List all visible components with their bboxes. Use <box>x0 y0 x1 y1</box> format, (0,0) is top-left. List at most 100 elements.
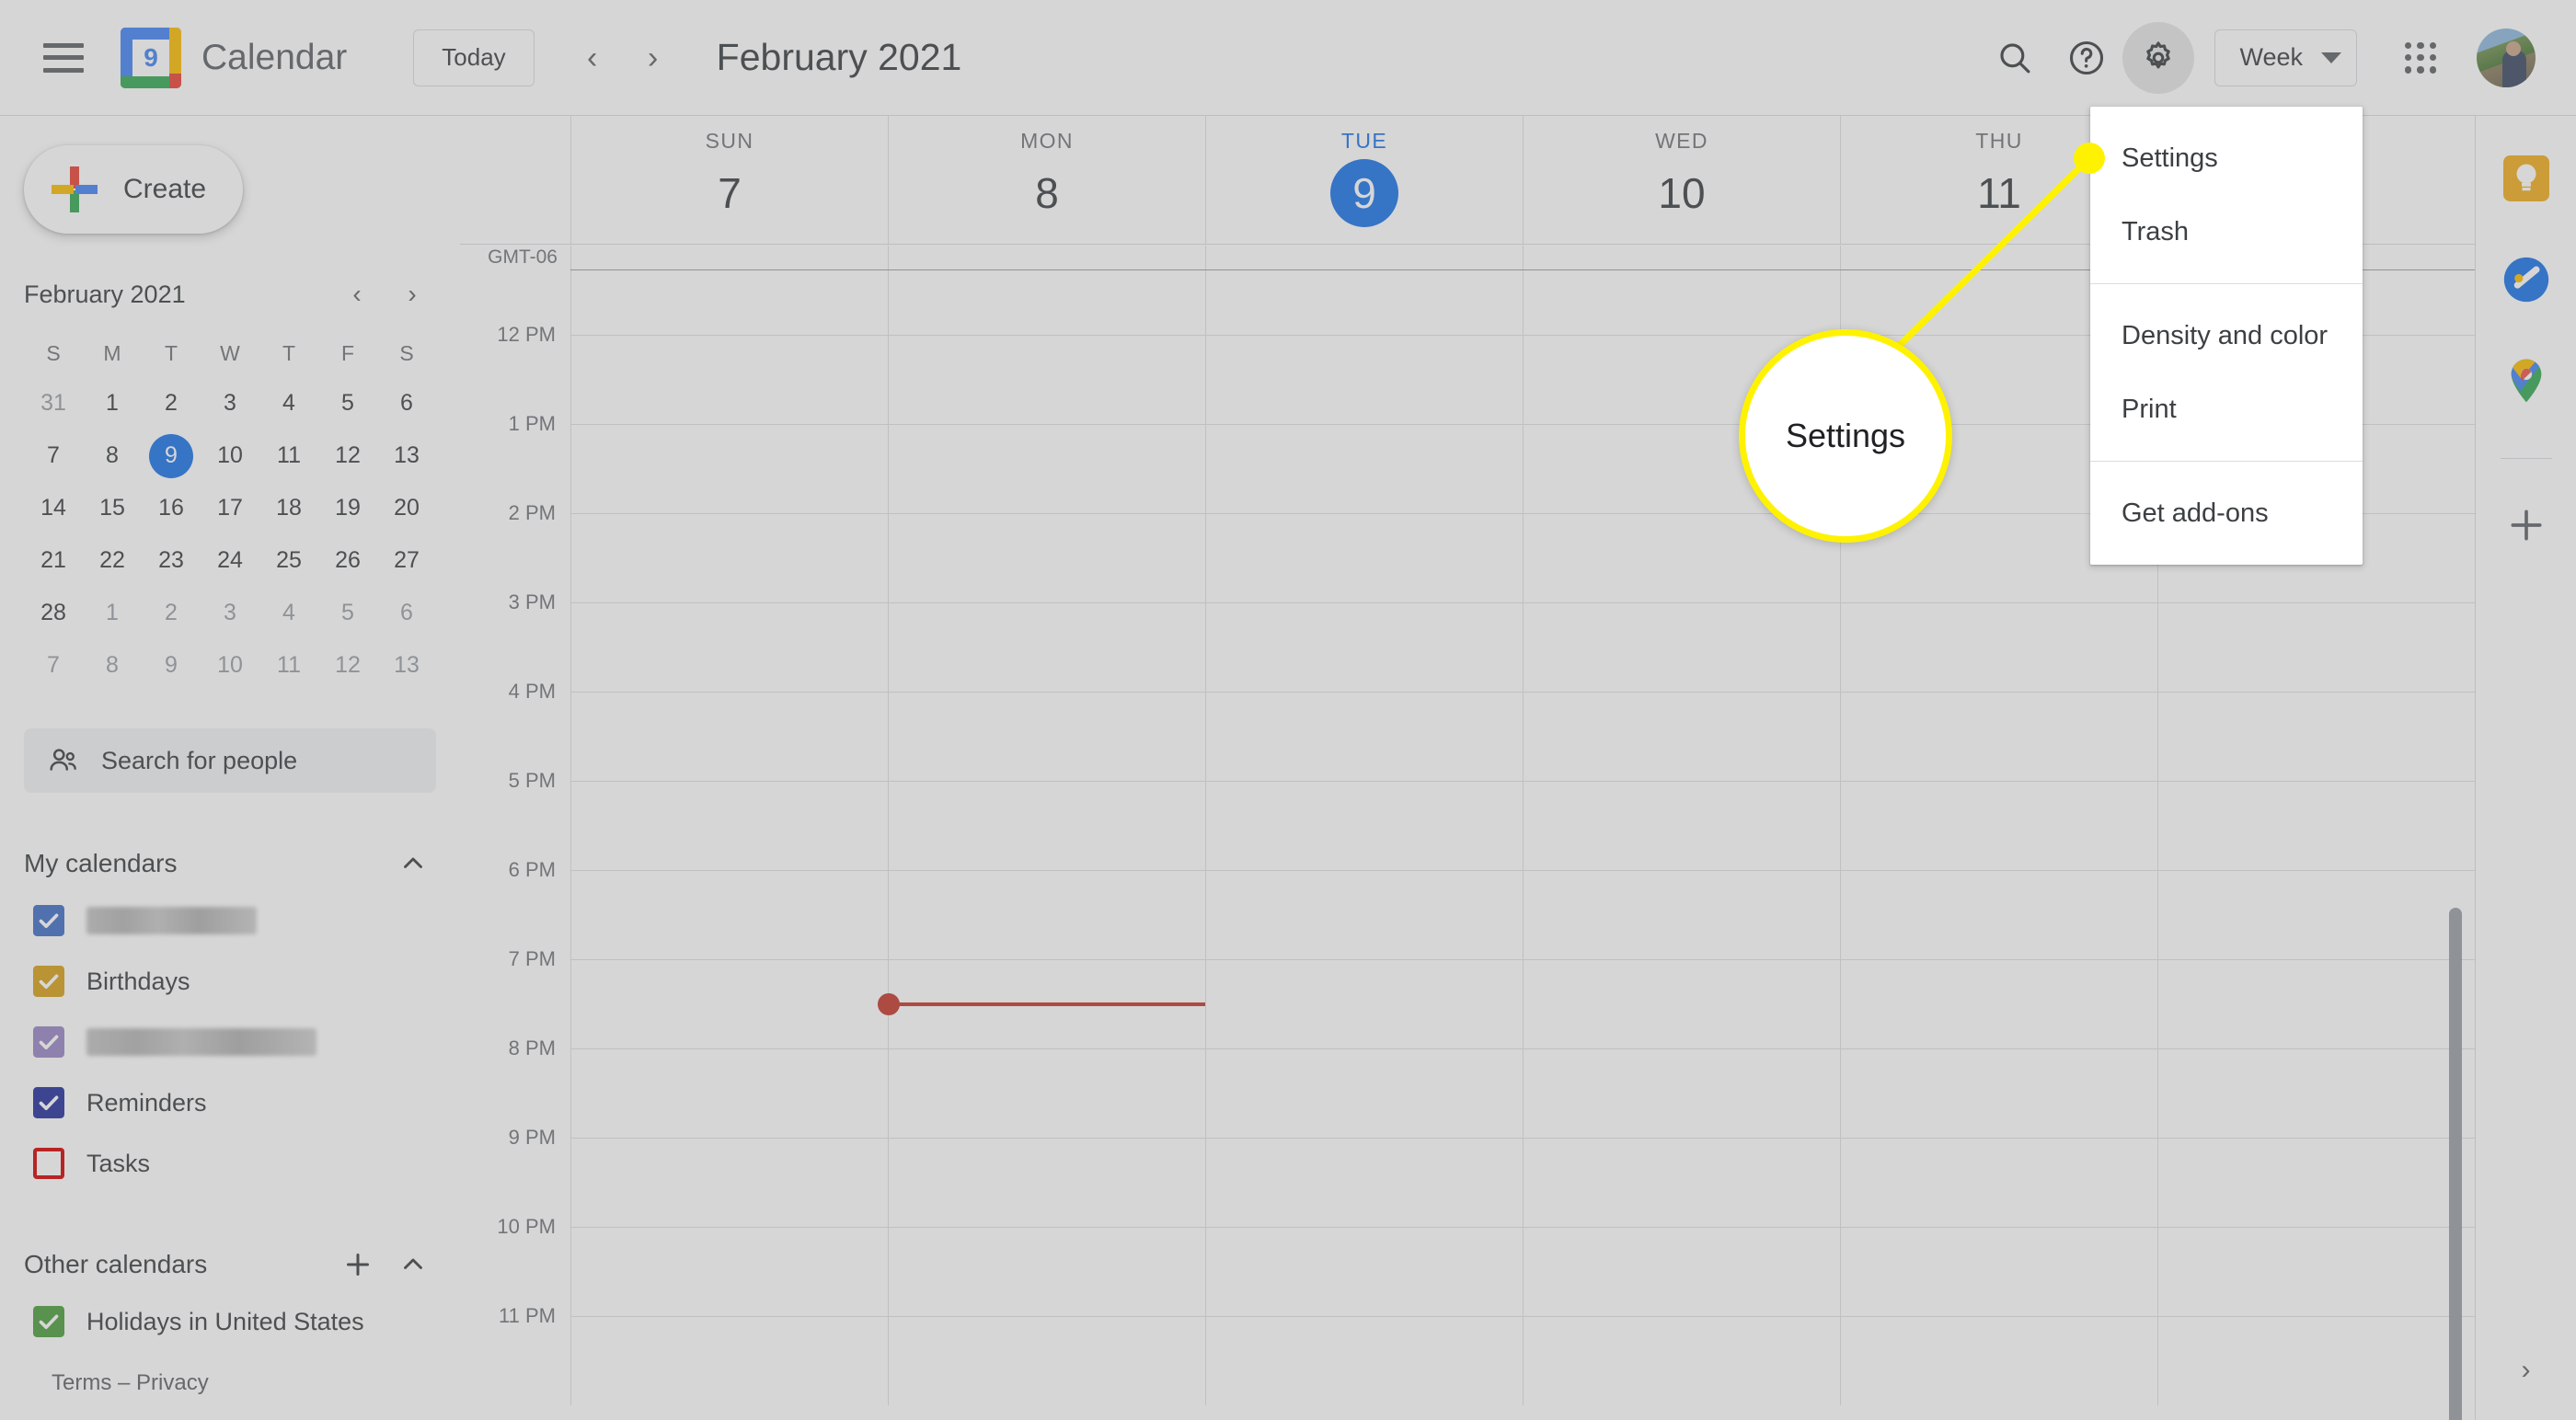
mini-calendar-day[interactable]: 27 <box>377 534 436 587</box>
day-column[interactable] <box>1205 246 1523 1405</box>
day-header[interactable]: TUE 9 <box>1205 116 1523 244</box>
mini-calendar-prev-button[interactable]: ‹ <box>333 270 381 318</box>
help-button[interactable] <box>2051 22 2122 94</box>
day-header[interactable]: MON 8 <box>888 116 1205 244</box>
terms-privacy-link[interactable]: Terms – Privacy <box>52 1370 209 1396</box>
settings-button[interactable] <box>2122 21 2195 94</box>
calendar-list-item[interactable]: Holidays in United States <box>24 1291 436 1352</box>
mini-calendar-day[interactable]: 22 <box>83 534 142 587</box>
mini-calendar-day[interactable]: 4 <box>259 587 318 639</box>
calendar-checkbox[interactable] <box>33 905 64 936</box>
calendar-checkbox[interactable] <box>33 966 64 997</box>
mini-calendar-day[interactable]: 20 <box>377 482 436 534</box>
mini-calendar-day[interactable]: 12 <box>318 429 377 482</box>
mini-calendar-day[interactable]: 13 <box>377 429 436 482</box>
next-period-button[interactable]: › <box>628 33 678 83</box>
mini-calendar-day[interactable]: 1 <box>83 587 142 639</box>
mini-calendar-day[interactable]: 7 <box>24 429 83 482</box>
mini-calendar-day[interactable]: 5 <box>318 377 377 429</box>
mini-calendar-day[interactable]: 3 <box>201 377 259 429</box>
menu-item-get-add-ons[interactable]: Get add-ons <box>2090 476 2363 550</box>
day-column[interactable] <box>888 246 1205 1405</box>
mini-calendar-day-label: 27 <box>394 547 420 573</box>
mini-calendar-day[interactable]: 9 <box>142 639 201 692</box>
mini-calendar-day[interactable]: 9 <box>142 429 201 482</box>
add-addon-button[interactable] <box>2491 490 2561 560</box>
mini-calendar-day[interactable]: 19 <box>318 482 377 534</box>
collapse-chevron-icon[interactable] <box>390 1242 436 1288</box>
calendar-list-item[interactable] <box>24 1012 436 1072</box>
mini-calendar-day[interactable]: 21 <box>24 534 83 587</box>
mini-calendar-day[interactable]: 14 <box>24 482 83 534</box>
keep-icon[interactable] <box>2491 143 2561 213</box>
calendar-checkbox[interactable] <box>33 1026 64 1058</box>
view-selector[interactable]: Week <box>2214 29 2357 86</box>
calendar-logo[interactable]: 9 Calendar <box>121 27 347 88</box>
search-button[interactable] <box>1979 22 2051 94</box>
calendar-list-item[interactable]: Reminders <box>24 1072 436 1133</box>
mini-calendar-day[interactable]: 10 <box>201 429 259 482</box>
mini-calendar-day[interactable]: 11 <box>259 429 318 482</box>
calendar-checkbox[interactable] <box>33 1087 64 1118</box>
avatar[interactable] <box>2477 28 2536 87</box>
previous-period-button[interactable]: ‹ <box>568 33 617 83</box>
mini-calendar-day-label: 6 <box>400 390 413 416</box>
calendar-list-item[interactable] <box>24 890 436 951</box>
mini-calendar-day[interactable]: 7 <box>24 639 83 692</box>
day-column[interactable] <box>570 246 888 1405</box>
mini-calendar-next-button[interactable]: › <box>388 270 436 318</box>
calendar-list-item[interactable]: Tasks <box>24 1133 436 1194</box>
mini-calendar-day[interactable]: 11 <box>259 639 318 692</box>
mini-calendar-day[interactable]: 18 <box>259 482 318 534</box>
menu-item-print[interactable]: Print <box>2090 372 2363 446</box>
expand-rail-button[interactable]: › <box>2499 1343 2554 1398</box>
maps-icon[interactable] <box>2491 346 2561 416</box>
mini-calendar-day-label: 11 <box>277 442 301 468</box>
mini-calendar-day[interactable]: 2 <box>142 587 201 639</box>
mini-calendar-day[interactable]: 4 <box>259 377 318 429</box>
mini-calendar-day-label: 19 <box>335 495 361 521</box>
mini-calendar-day[interactable]: 6 <box>377 377 436 429</box>
menu-item-settings[interactable]: Settings <box>2090 121 2363 195</box>
mini-calendar-day[interactable]: 8 <box>83 429 142 482</box>
create-button[interactable]: Create <box>24 145 243 234</box>
mini-calendar-day[interactable]: 3 <box>201 587 259 639</box>
mini-calendar-day[interactable]: 15 <box>83 482 142 534</box>
mini-calendar-day[interactable]: 1 <box>83 377 142 429</box>
calendar-checkbox[interactable] <box>33 1148 64 1179</box>
mini-calendar-day[interactable]: 28 <box>24 587 83 639</box>
other-calendars-header[interactable]: Other calendars <box>24 1238 436 1291</box>
mini-calendar-day[interactable]: 23 <box>142 534 201 587</box>
mini-calendar-day[interactable]: 8 <box>83 639 142 692</box>
calendar-checkbox[interactable] <box>33 1306 64 1337</box>
apps-grid-icon[interactable] <box>2385 22 2456 94</box>
mini-calendar-day[interactable]: 5 <box>318 587 377 639</box>
mini-calendar-day[interactable]: 17 <box>201 482 259 534</box>
mini-calendar-day[interactable]: 26 <box>318 534 377 587</box>
mini-calendar-day[interactable]: 2 <box>142 377 201 429</box>
search-people-input[interactable]: Search for people <box>24 728 436 793</box>
mini-calendar-day[interactable]: 31 <box>24 377 83 429</box>
mini-calendar-day[interactable]: 10 <box>201 639 259 692</box>
menu-item-trash[interactable]: Trash <box>2090 195 2363 269</box>
day-column[interactable] <box>1523 246 1840 1405</box>
add-calendar-icon[interactable] <box>335 1242 381 1288</box>
menu-item-density-and-color[interactable]: Density and color <box>2090 299 2363 372</box>
mini-calendar-day[interactable]: 25 <box>259 534 318 587</box>
hamburger-icon[interactable] <box>43 42 84 73</box>
vertical-scrollbar[interactable] <box>2449 908 2462 1420</box>
mini-calendar-day[interactable]: 24 <box>201 534 259 587</box>
check-icon <box>33 1087 64 1118</box>
calendar-list-item[interactable]: Birthdays <box>24 951 436 1012</box>
day-header[interactable]: WED 10 <box>1523 116 1840 244</box>
check-icon <box>33 1026 64 1058</box>
mini-calendar-day[interactable]: 13 <box>377 639 436 692</box>
mini-calendar-day[interactable]: 16 <box>142 482 201 534</box>
my-calendars-header[interactable]: My calendars <box>24 837 436 890</box>
mini-calendar-day[interactable]: 12 <box>318 639 377 692</box>
tasks-icon[interactable] <box>2491 245 2561 315</box>
collapse-chevron-icon[interactable] <box>390 841 436 887</box>
today-button[interactable]: Today <box>413 29 535 86</box>
mini-calendar-day[interactable]: 6 <box>377 587 436 639</box>
day-header[interactable]: SUN 7 <box>570 116 888 244</box>
